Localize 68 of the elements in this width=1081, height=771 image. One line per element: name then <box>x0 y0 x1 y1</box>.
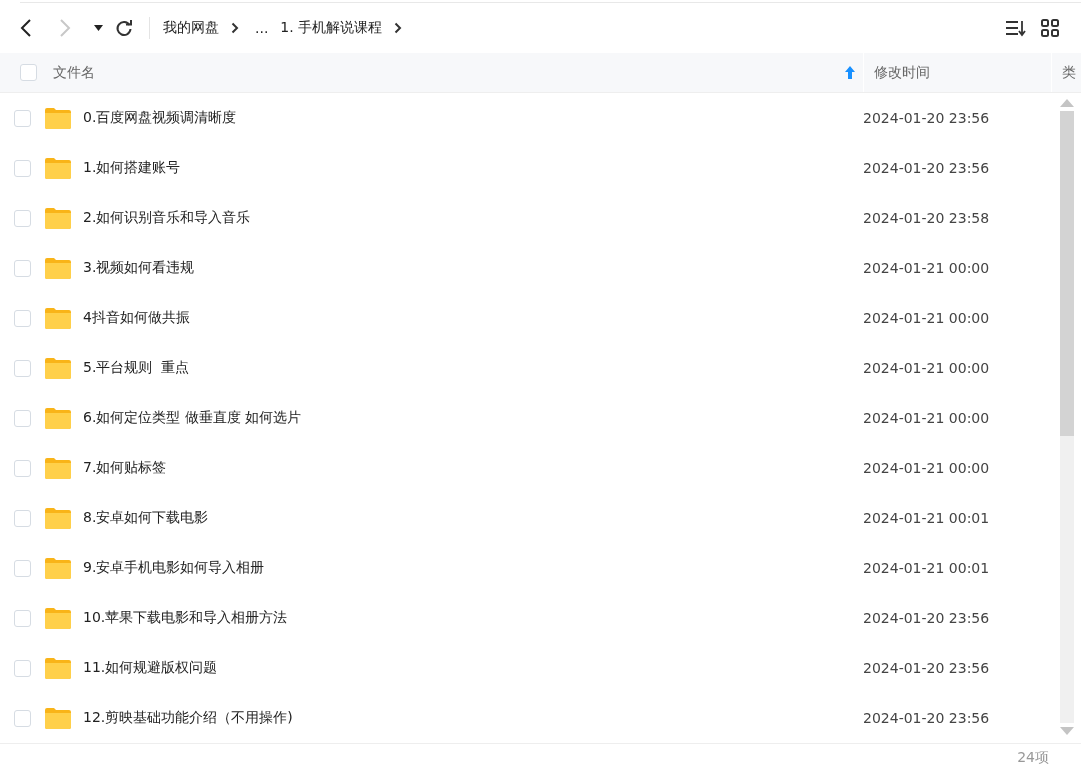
row-checkbox[interactable] <box>14 459 31 477</box>
row-checkbox[interactable] <box>14 559 31 577</box>
row-checkbox[interactable] <box>14 609 31 627</box>
row-checkbox[interactable] <box>14 159 31 177</box>
breadcrumb-item[interactable]: 我的网盘 <box>163 19 219 37</box>
modified-time: 2024-01-21 00:00 <box>863 310 990 326</box>
file-name[interactable]: 2.如何识别音乐和导入音乐 <box>83 209 863 227</box>
file-name[interactable]: 10.苹果下载电影和导入相册方法 <box>83 609 863 627</box>
file-name[interactable]: 5.平台规则 重点 <box>83 359 863 377</box>
row-checkbox[interactable] <box>14 359 31 377</box>
file-name[interactable]: 9.安卓手机电影如何导入相册 <box>83 559 863 577</box>
folder-icon <box>45 407 71 429</box>
folder-icon <box>45 257 71 279</box>
modified-time: 2024-01-21 00:01 <box>863 510 990 526</box>
modified-time: 2024-01-21 00:00 <box>863 460 990 476</box>
row-checkbox[interactable] <box>14 509 31 527</box>
folder-icon <box>45 357 71 379</box>
item-count: 24项 <box>1017 748 1049 767</box>
modified-time: 2024-01-20 23:56 <box>863 160 990 176</box>
file-name[interactable]: 1.如何搭建账号 <box>83 159 863 177</box>
row-checkbox[interactable] <box>14 109 31 127</box>
row-checkbox[interactable] <box>14 659 31 677</box>
sort-icon[interactable] <box>1005 19 1027 37</box>
column-header[interactable]: 文件名 <box>53 63 95 82</box>
column-header[interactable]: 类 <box>1062 63 1076 82</box>
file-name[interactable]: 11.如何规避版权问题 <box>83 659 863 677</box>
dropdown-caret-icon[interactable] <box>94 25 103 31</box>
scrollbar-thumb[interactable] <box>1060 111 1074 436</box>
modified-time: 2024-01-21 00:00 <box>863 260 990 276</box>
file-name[interactable]: 7.如何贴标签 <box>83 459 863 477</box>
folder-icon <box>45 707 71 729</box>
file-name[interactable]: 4抖音如何做共振 <box>83 309 863 327</box>
breadcrumb-item[interactable]: 1. 手机解说课程 <box>280 19 383 37</box>
modified-time: 2024-01-21 00:01 <box>863 560 990 576</box>
folder-icon <box>45 207 71 229</box>
row-checkbox[interactable] <box>14 709 31 727</box>
modified-time: 2024-01-21 00:00 <box>863 410 990 426</box>
row-checkbox[interactable] <box>14 209 31 227</box>
folder-icon <box>45 607 71 629</box>
folder-icon <box>45 157 71 179</box>
breadcrumb-item[interactable]: ... <box>255 20 269 36</box>
folder-icon <box>45 107 71 129</box>
file-name[interactable]: 8.安卓如何下载电影 <box>83 509 863 527</box>
row-checkbox[interactable] <box>14 259 31 277</box>
modified-time: 2024-01-20 23:56 <box>863 660 990 676</box>
grid-view-icon[interactable] <box>1041 19 1059 37</box>
modified-time: 2024-01-20 23:56 <box>863 710 990 726</box>
modified-time: 2024-01-20 23:58 <box>863 210 990 226</box>
folder-icon <box>45 457 71 479</box>
column-header[interactable]: 修改时间 <box>874 63 930 82</box>
row-checkbox[interactable] <box>14 309 31 327</box>
file-name[interactable]: 6.如何定位类型 做垂直度 如何选片 <box>83 409 863 427</box>
folder-icon <box>45 657 71 679</box>
scroll-down-icon[interactable] <box>1060 727 1074 735</box>
modified-time: 2024-01-20 23:56 <box>863 610 990 626</box>
file-name[interactable]: 12.剪映基础功能介绍（不用操作) <box>83 709 863 727</box>
scrollbar-track[interactable] <box>1060 111 1074 723</box>
folder-icon <box>45 557 71 579</box>
scroll-up-icon[interactable] <box>1060 99 1074 107</box>
select-all-checkbox[interactable] <box>20 64 37 81</box>
row-checkbox[interactable] <box>14 409 31 427</box>
file-name[interactable]: 0.百度网盘视频调清晰度 <box>83 109 863 127</box>
file-name[interactable]: 3.视频如何看违规 <box>83 259 863 277</box>
modified-time: 2024-01-20 23:56 <box>863 110 990 126</box>
modified-time: 2024-01-21 00:00 <box>863 360 990 376</box>
refresh-icon[interactable] <box>115 19 133 37</box>
folder-icon <box>45 307 71 329</box>
folder-icon <box>45 507 71 529</box>
